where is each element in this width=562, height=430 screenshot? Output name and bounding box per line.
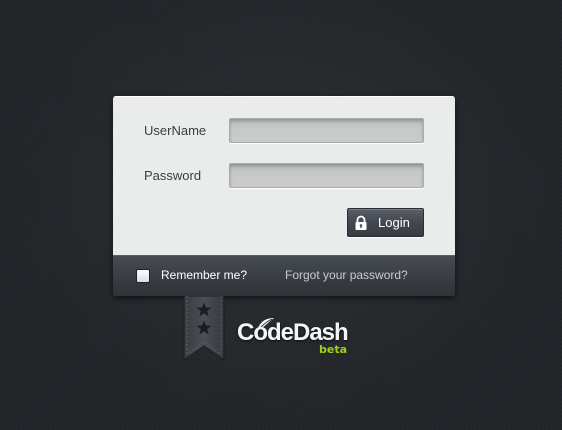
login-panel: UserName Password Login Remember me? For… (113, 96, 455, 296)
beta-tag: beta (319, 343, 348, 356)
forgot-password-link[interactable]: Forgot your password? (285, 267, 408, 283)
remember-me-checkbox[interactable] (136, 269, 150, 283)
bookmark-ribbon (183, 295, 225, 362)
username-input[interactable] (229, 118, 424, 143)
star-icon (196, 302, 212, 317)
login-footer: Remember me? Forgot your password? (113, 255, 455, 296)
codedash-logo: CodeDash beta (237, 316, 357, 360)
password-input[interactable] (229, 163, 424, 188)
remember-me-label[interactable]: Remember me? (161, 267, 247, 283)
username-label: UserName (144, 123, 207, 138)
login-form: UserName Password Login (113, 96, 455, 255)
login-button[interactable]: Login (347, 208, 424, 237)
lock-icon (353, 215, 369, 231)
star-icon (196, 320, 212, 335)
login-button-label: Login (378, 215, 410, 230)
password-label: Password (144, 168, 202, 183)
